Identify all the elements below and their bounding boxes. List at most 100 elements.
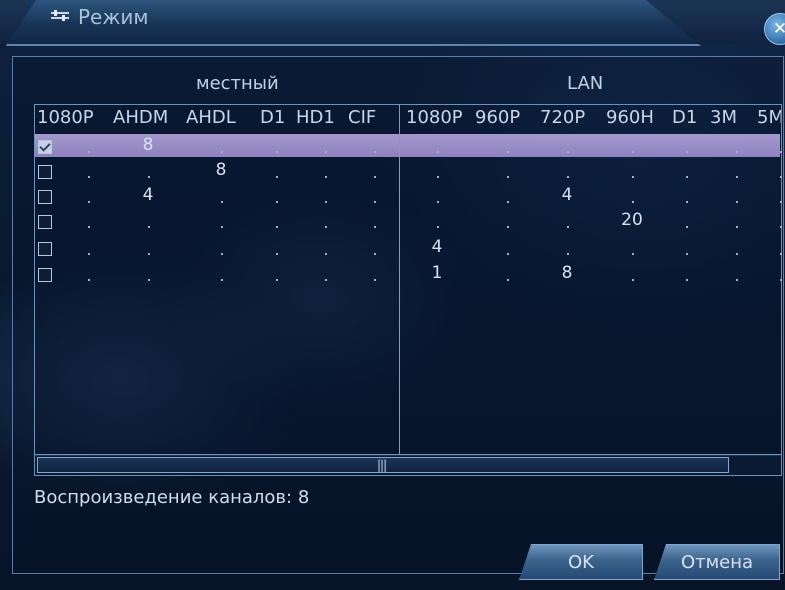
empty-cell-dot[interactable] (437, 151, 439, 153)
column-header-lan: 960H (606, 107, 654, 128)
empty-cell-dot[interactable] (507, 226, 509, 228)
empty-cell-dot[interactable] (567, 151, 569, 153)
column-header-local: HD1 (296, 107, 335, 128)
empty-cell-dot[interactable] (632, 176, 634, 178)
channel-count-cell[interactable]: 4 (422, 237, 452, 257)
empty-cell-dot[interactable] (221, 226, 223, 228)
empty-cell-dot[interactable] (374, 151, 376, 153)
empty-cell-dot[interactable] (148, 279, 150, 281)
horizontal-scrollbar[interactable] (34, 454, 782, 476)
empty-cell-dot[interactable] (88, 151, 90, 153)
row-checkbox[interactable] (38, 140, 52, 154)
column-header-lan: 3M (710, 107, 737, 128)
channel-count-cell[interactable]: 4 (552, 185, 582, 205)
row-checkbox[interactable] (38, 242, 52, 256)
empty-cell-dot[interactable] (780, 279, 782, 281)
channel-count-cell[interactable]: 8 (133, 135, 163, 155)
mode-icon (51, 10, 69, 21)
empty-cell-dot[interactable] (88, 279, 90, 281)
column-header-local: AHDM (113, 107, 169, 128)
empty-cell-dot[interactable] (507, 176, 509, 178)
empty-cell-dot[interactable] (686, 226, 688, 228)
column-header-lan: 720P (540, 107, 586, 128)
channel-count-cell[interactable]: 1 (422, 263, 452, 283)
empty-cell-dot[interactable] (88, 226, 90, 228)
group-header-local: местный (196, 73, 279, 94)
empty-cell-dot[interactable] (88, 176, 90, 178)
empty-cell-dot[interactable] (780, 201, 782, 203)
empty-cell-dot[interactable] (632, 151, 634, 153)
empty-cell-dot[interactable] (276, 279, 278, 281)
empty-cell-dot[interactable] (437, 226, 439, 228)
column-header-lan: 5M (757, 107, 781, 128)
empty-cell-dot[interactable] (325, 176, 327, 178)
empty-cell-dot[interactable] (88, 253, 90, 255)
empty-cell-dot[interactable] (736, 151, 738, 153)
cancel-button[interactable]: Отмена (654, 544, 780, 580)
empty-cell-dot[interactable] (686, 279, 688, 281)
empty-cell-dot[interactable] (325, 253, 327, 255)
empty-cell-dot[interactable] (780, 226, 782, 228)
empty-cell-dot[interactable] (325, 279, 327, 281)
column-divider (399, 104, 400, 454)
column-header-local: AHDL (186, 107, 236, 128)
empty-cell-dot[interactable] (374, 279, 376, 281)
empty-cell-dot[interactable] (221, 279, 223, 281)
empty-cell-dot[interactable] (507, 201, 509, 203)
window-title: Режим (78, 5, 149, 29)
channel-count-cell[interactable]: 4 (133, 185, 163, 205)
empty-cell-dot[interactable] (507, 151, 509, 153)
empty-cell-dot[interactable] (686, 151, 688, 153)
empty-cell-dot[interactable] (736, 279, 738, 281)
empty-cell-dot[interactable] (276, 201, 278, 203)
empty-cell-dot[interactable] (686, 253, 688, 255)
empty-cell-dot[interactable] (374, 226, 376, 228)
empty-cell-dot[interactable] (148, 176, 150, 178)
row-checkbox[interactable] (38, 190, 52, 204)
empty-cell-dot[interactable] (686, 176, 688, 178)
empty-cell-dot[interactable] (736, 226, 738, 228)
empty-cell-dot[interactable] (632, 253, 634, 255)
empty-cell-dot[interactable] (437, 201, 439, 203)
empty-cell-dot[interactable] (148, 253, 150, 255)
empty-cell-dot[interactable] (736, 253, 738, 255)
empty-cell-dot[interactable] (567, 176, 569, 178)
column-header-local: 1080P (37, 107, 94, 128)
empty-cell-dot[interactable] (780, 151, 782, 153)
row-checkbox[interactable] (38, 215, 52, 229)
empty-cell-dot[interactable] (736, 176, 738, 178)
empty-cell-dot[interactable] (88, 201, 90, 203)
empty-cell-dot[interactable] (686, 201, 688, 203)
empty-cell-dot[interactable] (221, 253, 223, 255)
empty-cell-dot[interactable] (507, 279, 509, 281)
empty-cell-dot[interactable] (276, 151, 278, 153)
empty-cell-dot[interactable] (325, 226, 327, 228)
empty-cell-dot[interactable] (780, 176, 782, 178)
empty-cell-dot[interactable] (437, 176, 439, 178)
empty-cell-dot[interactable] (374, 253, 376, 255)
empty-cell-dot[interactable] (374, 176, 376, 178)
ok-button[interactable]: OK (519, 544, 643, 580)
empty-cell-dot[interactable] (567, 253, 569, 255)
empty-cell-dot[interactable] (276, 253, 278, 255)
row-checkbox[interactable] (38, 165, 52, 179)
empty-cell-dot[interactable] (276, 176, 278, 178)
empty-cell-dot[interactable] (736, 201, 738, 203)
column-header-lan: 960P (475, 107, 521, 128)
channel-count-cell[interactable]: 20 (617, 210, 647, 230)
empty-cell-dot[interactable] (780, 253, 782, 255)
row-checkbox[interactable] (38, 268, 52, 282)
channel-count-cell[interactable]: 8 (206, 160, 236, 180)
empty-cell-dot[interactable] (567, 226, 569, 228)
empty-cell-dot[interactable] (632, 201, 634, 203)
empty-cell-dot[interactable] (632, 279, 634, 281)
channel-count-cell[interactable]: 8 (552, 263, 582, 283)
empty-cell-dot[interactable] (148, 226, 150, 228)
empty-cell-dot[interactable] (276, 226, 278, 228)
empty-cell-dot[interactable] (221, 201, 223, 203)
empty-cell-dot[interactable] (325, 151, 327, 153)
empty-cell-dot[interactable] (507, 253, 509, 255)
empty-cell-dot[interactable] (221, 151, 223, 153)
empty-cell-dot[interactable] (325, 201, 327, 203)
empty-cell-dot[interactable] (374, 201, 376, 203)
